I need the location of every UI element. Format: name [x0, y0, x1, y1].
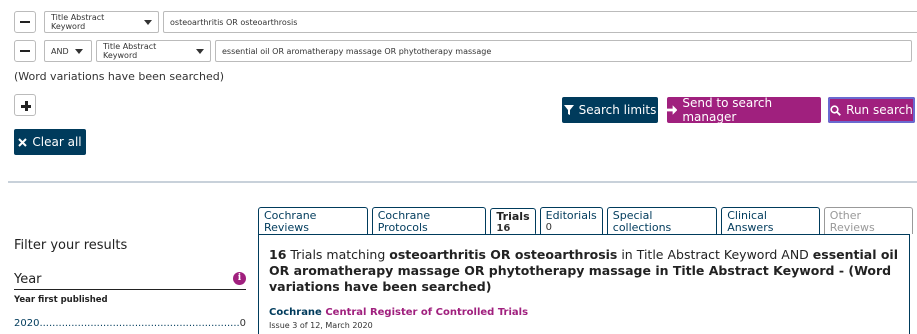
search-input[interactable]: osteoarthritis OR osteoarthrosis: [163, 11, 917, 33]
arrow-right-icon: [667, 105, 678, 115]
tab-special-collections[interactable]: Special collections 0: [606, 207, 718, 245]
search-row-2: AND Title Abstract Keyword essential oil…: [14, 40, 912, 62]
year-first-published-label: Year first published: [14, 295, 108, 305]
section-divider: [8, 181, 917, 183]
close-icon: [18, 137, 28, 147]
results-text: in Title Abstract Keyword AND: [617, 247, 813, 262]
operator-select-value: AND: [51, 46, 69, 56]
run-search-button[interactable]: Run search: [828, 97, 915, 123]
tab-cochrane-reviews[interactable]: Cochrane Reviews 0: [258, 207, 368, 245]
search-input-value: essential oil OR aromatherapy massage OR…: [222, 46, 492, 56]
chevron-down-icon: [196, 48, 204, 54]
field-select-value: Title Abstract Keyword: [51, 13, 105, 31]
remove-row-button[interactable]: [14, 11, 36, 33]
plus-icon-stroke: [24, 101, 28, 111]
leader-dots: ........................................…: [39, 318, 240, 329]
tab-label: Clinical Answers: [727, 209, 774, 234]
field-select[interactable]: Title Abstract Keyword: [44, 11, 159, 33]
search-input[interactable]: essential oil OR aromatherapy massage OR…: [215, 40, 912, 62]
database-name[interactable]: Cochrane Central Register of Controlled …: [269, 307, 899, 318]
filter-title: Filter your results: [14, 238, 128, 253]
tab-label: Cochrane Protocols: [377, 209, 431, 234]
clear-all-button[interactable]: Clear all: [14, 129, 86, 155]
tab-label: Special collections: [612, 209, 672, 234]
field-select-value: Title Abstract Keyword: [103, 42, 157, 60]
results-count: 16: [269, 247, 287, 262]
operator-select[interactable]: AND: [44, 40, 92, 62]
search-row-1: Title Abstract Keyword osteoarthritis OR…: [14, 11, 917, 33]
minus-icon: [20, 20, 30, 24]
clear-all-label: Clear all: [32, 135, 82, 149]
search-input-value: osteoarthritis OR osteoarthrosis: [170, 17, 298, 27]
filter-icon: [563, 105, 574, 115]
search-icon: [830, 104, 842, 116]
tab-clinical-answers[interactable]: Clinical Answers 0: [721, 207, 820, 245]
chevron-down-icon: [144, 19, 152, 25]
year-value: 2020: [14, 318, 40, 329]
results-headline: 16 Trials matching osteoarthritis OR ost…: [269, 247, 899, 295]
year-count: 0: [239, 318, 246, 329]
tab-label: Editorials: [545, 209, 597, 222]
database-prefix: Cochrane: [269, 307, 322, 318]
results-panel: 16 Trials matching osteoarthritis OR ost…: [258, 234, 910, 334]
year-filter-heading[interactable]: Year i: [14, 272, 246, 290]
result-tabs: Cochrane Reviews 0 Cochrane Protocols 0 …: [258, 207, 917, 245]
tab-other-reviews: Other Reviews: [823, 207, 913, 234]
year-label: Year: [14, 272, 42, 287]
info-icon[interactable]: i: [233, 272, 246, 285]
results-query: osteoarthritis OR osteoarthrosis: [389, 247, 618, 262]
year-filter-row[interactable]: 2020 ...................................…: [14, 318, 246, 329]
database-link[interactable]: Central Register of Controlled Trials: [325, 307, 528, 318]
word-variations-note: (Word variations have been searched): [14, 70, 224, 83]
run-search-label: Run search: [846, 103, 913, 117]
remove-row-button[interactable]: [14, 40, 36, 62]
tab-count: 0: [545, 222, 552, 233]
send-to-search-manager-button[interactable]: Send to search manager: [667, 96, 821, 124]
results-text: Trials matching: [286, 247, 390, 262]
add-row-button[interactable]: [14, 94, 36, 116]
tab-editorials[interactable]: Editorials 0: [539, 207, 603, 234]
chevron-down-icon: [74, 48, 83, 54]
tab-label: Cochrane Reviews: [264, 209, 317, 234]
search-limits-label: Search limits: [578, 103, 657, 117]
field-select[interactable]: Title Abstract Keyword: [96, 40, 211, 62]
tab-cochrane-protocols[interactable]: Cochrane Protocols 0: [371, 207, 487, 245]
minus-icon: [20, 49, 30, 53]
tab-label: Other Reviews: [829, 209, 875, 234]
search-limits-button[interactable]: Search limits: [562, 97, 658, 123]
tab-label: Trials: [496, 210, 530, 223]
tab-trials[interactable]: Trials 16: [490, 208, 536, 235]
send-to-search-manager-label: Send to search manager: [682, 96, 773, 124]
